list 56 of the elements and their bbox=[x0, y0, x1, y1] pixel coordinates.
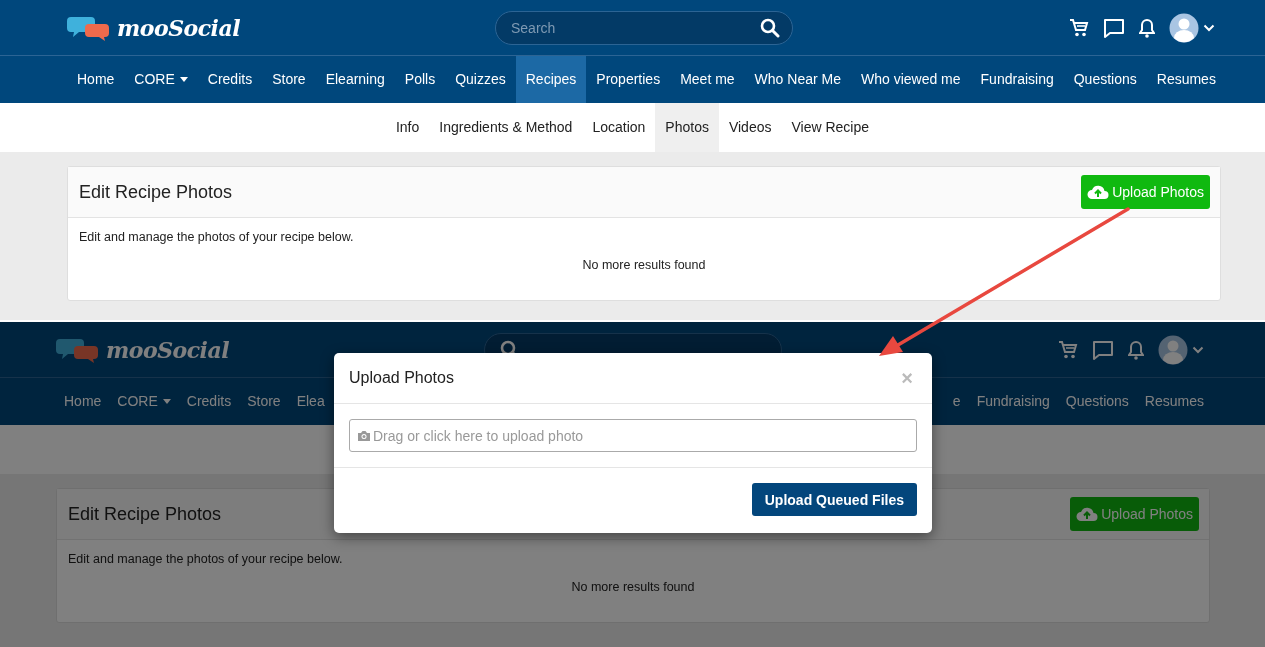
nav-link[interactable]: Quizzes bbox=[445, 56, 516, 103]
cloud-upload-icon bbox=[1076, 506, 1099, 522]
nav-link[interactable]: Elea bbox=[288, 378, 333, 425]
brand-name[interactable]: mooSocial bbox=[117, 14, 241, 41]
nav-link[interactable]: Credits bbox=[197, 56, 263, 103]
nav-link[interactable]: Elearning bbox=[315, 56, 395, 103]
nav-link[interactable]: CORE bbox=[124, 56, 198, 103]
nav-link[interactable]: Who Near Me bbox=[744, 56, 851, 103]
nav-link[interactable]: Questions bbox=[1057, 378, 1137, 425]
nav-link[interactable]: CORE bbox=[109, 378, 179, 425]
camera-icon bbox=[357, 429, 371, 442]
cloud-upload-icon bbox=[1087, 184, 1110, 200]
cart-icon[interactable] bbox=[1069, 17, 1089, 38]
nav-link[interactable]: Resumes bbox=[1146, 56, 1226, 103]
description-text: Edit and manage the photos of your recipe below. bbox=[68, 552, 344, 566]
cart-icon[interactable] bbox=[1058, 339, 1078, 360]
tab[interactable]: Videos bbox=[718, 103, 782, 152]
nav-link[interactable]: Recipes bbox=[515, 56, 587, 103]
nav-link[interactable]: e bbox=[952, 378, 969, 425]
nav-link[interactable]: Resumes bbox=[1136, 378, 1212, 425]
nav-link[interactable]: Questions bbox=[1063, 56, 1147, 103]
nav-link[interactable]: Home bbox=[56, 378, 110, 425]
search-field[interactable]: Search bbox=[495, 10, 793, 45]
nav-link[interactable]: Meet me bbox=[670, 56, 745, 103]
tab[interactable]: Ingredients & Method bbox=[429, 103, 583, 152]
nav-link[interactable]: Properties bbox=[586, 56, 671, 103]
description-text: Edit and manage the photos of your recipe below. bbox=[79, 230, 355, 244]
nav-link[interactable]: Fundraising bbox=[970, 56, 1064, 103]
nav-link[interactable]: Polls bbox=[394, 56, 446, 103]
bell-icon[interactable] bbox=[1139, 17, 1155, 38]
empty-message: No more results found bbox=[570, 580, 696, 594]
chat-icon[interactable] bbox=[1092, 339, 1114, 360]
nav-link[interactable]: Store bbox=[262, 56, 316, 103]
bell-icon[interactable] bbox=[1128, 339, 1144, 360]
empty-message: No more results found bbox=[581, 258, 707, 272]
card-title: Edit Recipe Photos bbox=[79, 181, 233, 203]
avatar-icon[interactable] bbox=[1158, 334, 1188, 365]
search-icon[interactable] bbox=[760, 17, 780, 38]
nav-link[interactable]: Credits bbox=[178, 378, 240, 425]
card-title: Edit Recipe Photos bbox=[68, 503, 222, 525]
nav-link[interactable]: Fundraising bbox=[968, 378, 1058, 425]
nav-link[interactable]: Store bbox=[239, 378, 289, 425]
tab[interactable]: Location bbox=[582, 103, 656, 152]
chevron-icon[interactable] bbox=[1192, 345, 1204, 354]
avatar-icon[interactable] bbox=[1169, 12, 1199, 43]
logo-icon[interactable] bbox=[67, 14, 111, 41]
chat-icon[interactable] bbox=[1103, 17, 1125, 38]
nav-link[interactable]: Who viewed me bbox=[850, 56, 971, 103]
chevron-icon[interactable] bbox=[1203, 23, 1215, 32]
tab[interactable]: Info bbox=[385, 103, 430, 152]
dialog-title: Upload Photos bbox=[349, 369, 454, 387]
tab[interactable]: Photos bbox=[655, 103, 719, 152]
upload-queued-button[interactable]: Upload Queued Files bbox=[751, 483, 917, 516]
brand-name[interactable]: mooSocial bbox=[106, 336, 230, 363]
nav-link[interactable]: Home bbox=[67, 56, 125, 103]
tab[interactable]: View Recipe bbox=[781, 103, 880, 152]
